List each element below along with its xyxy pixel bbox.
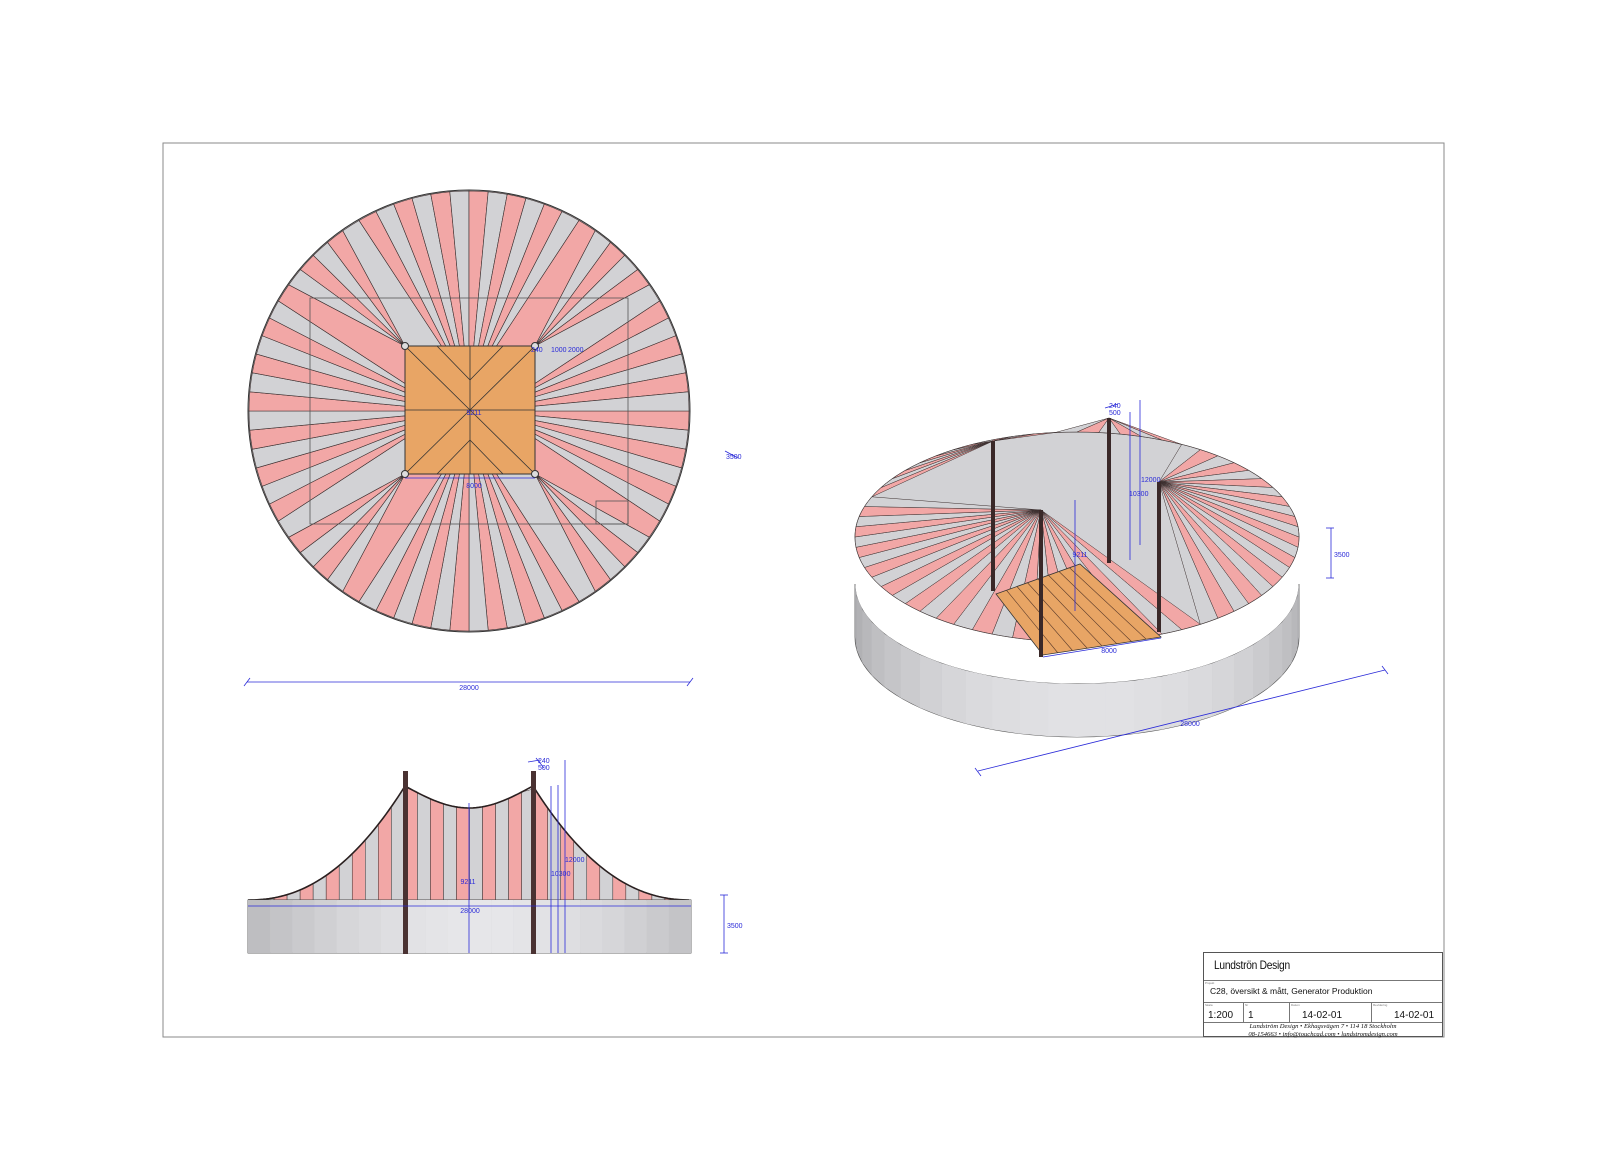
pole-marker (401, 470, 409, 478)
pole-marker (401, 342, 409, 350)
wall-panel (884, 634, 901, 698)
date-cell: Datum 14-02-01 (1290, 1003, 1372, 1023)
scale-label: Skala (1205, 1003, 1213, 1007)
scale-value: 1:200 (1208, 1010, 1234, 1021)
pole (1107, 418, 1111, 563)
dim-h1: 12000 (1141, 477, 1161, 484)
wall-panel (292, 900, 315, 953)
wall-panel (646, 900, 669, 953)
address-line-2: 08-154663 • info@touchcad.com • lundstro… (1248, 1030, 1398, 1038)
company-name: Lundströn Design (1214, 958, 1290, 972)
wall-panel (1188, 663, 1213, 724)
drawing-title: C28, översikt & mått, Generator Produkti… (1210, 986, 1373, 996)
sheet-label: Nr (1245, 1003, 1249, 1007)
title-block-title-row: Projekt C28, översikt & mått, Generator … (1204, 981, 1442, 1003)
pole (403, 771, 408, 954)
roof-stripe (482, 803, 496, 901)
dim-wall: 3500 (727, 923, 743, 930)
roof-stripe (508, 791, 522, 901)
wall-panel (1019, 680, 1049, 737)
date-label: Datum (1291, 1003, 1300, 1007)
roof-stripe (573, 840, 588, 901)
wall-panel (1105, 680, 1135, 737)
dim-wall: 3500 (1334, 552, 1350, 559)
wall-panel (248, 900, 271, 953)
wall-panel (941, 663, 966, 724)
revision-label: Revidering (1373, 1003, 1388, 1007)
sheet-number: 1 (1248, 1010, 1254, 1021)
wall-panel (900, 644, 921, 708)
wall-panel (992, 676, 1020, 734)
dim-inner-width: 8000 (466, 483, 482, 490)
address-line-1: Lundström Design • Ekhagsvägen 7 • 114 1… (1249, 1023, 1397, 1030)
wall-panel (1077, 683, 1106, 737)
roof-stripe (417, 792, 431, 901)
dim-pole-tag: 1000 (551, 347, 567, 354)
dim-pole-tag-2: 2000 (568, 347, 584, 354)
side-view: 28000 9211 10300 12000 3500 240 500 (247, 757, 743, 954)
title-block: Lundströn Design Projekt C28, översikt &… (1203, 952, 1444, 1038)
wall-panel (270, 900, 293, 953)
wall-panel (491, 900, 514, 953)
roof-stripe (365, 823, 379, 901)
roof-stripe (456, 806, 470, 901)
roof-stripe (430, 798, 444, 901)
wall-panel (380, 900, 404, 953)
wall-panel (558, 900, 581, 953)
wall-panel (602, 900, 625, 953)
roof-stripe (299, 883, 314, 901)
wall-panel (966, 670, 993, 730)
wall-panel (535, 900, 559, 953)
dim-side: 3500 (726, 454, 742, 461)
pole (1157, 482, 1161, 632)
dim-overall-width: 28000 (460, 908, 480, 915)
dim-small-b: 500 (538, 765, 550, 772)
date-value: 14-02-01 (1302, 1010, 1343, 1021)
wall-panel (920, 654, 942, 717)
pole (531, 771, 536, 954)
dim-pole-a: 10300 (551, 871, 571, 878)
scale-cell: Skala 1:200 (1204, 1003, 1244, 1023)
roof-stripe (495, 798, 509, 901)
dim-pole-small: 240 (531, 347, 543, 354)
sheet-number-cell: Nr 1 (1244, 1003, 1290, 1023)
dim-height-mark: 9211 (466, 410, 481, 417)
address-footer: Lundström Design • Ekhagsvägen 7 • 114 1… (1204, 1023, 1442, 1038)
wall-panel (580, 900, 603, 953)
dim-small-b: 500 (1109, 410, 1121, 417)
dim-overall-width: 28000 (459, 685, 479, 692)
wall-panel (1233, 644, 1254, 708)
wall-panel (1048, 683, 1077, 737)
dim-inner-width: 8000 (1101, 648, 1117, 655)
roof-stripe (469, 806, 483, 901)
wall-panel (1134, 676, 1162, 734)
dim-h2: 10300 (1129, 491, 1149, 498)
wall-panel (1253, 634, 1270, 698)
pole-marker (531, 470, 539, 478)
wall-panel (425, 900, 448, 953)
dim-small-a: 240 (1109, 403, 1121, 410)
roof-stripe (443, 803, 457, 901)
wall-panel (358, 900, 381, 953)
title-block-company-row: Lundströn Design (1204, 953, 1442, 981)
roof-stripe (625, 883, 640, 901)
revision-cell: Revidering 14-02-01 (1372, 1003, 1444, 1023)
wall-panel (624, 900, 647, 953)
pole (1039, 510, 1043, 657)
wall-panel (336, 900, 359, 953)
wall-panel (1212, 654, 1234, 717)
dim-small-a: 240 (538, 758, 550, 765)
dim-height-mark: 9211 (460, 879, 475, 886)
revision-date: 14-02-01 (1394, 1010, 1435, 1021)
top-view: 28000 8000 9211 3500 240 1000 2000 (243, 189, 742, 692)
dim-pole-b: 12000 (565, 857, 585, 864)
dim-overall-width: 28000 (1180, 721, 1200, 728)
iso-view: 28000 8000 9211 3500 12000 10300 240 500 (854, 400, 1389, 777)
wall-panel (314, 900, 337, 953)
roof-stripe (351, 839, 366, 901)
dim-height-mark: 9211 (1072, 552, 1087, 559)
pole (991, 441, 995, 591)
wall-panel (668, 900, 692, 953)
